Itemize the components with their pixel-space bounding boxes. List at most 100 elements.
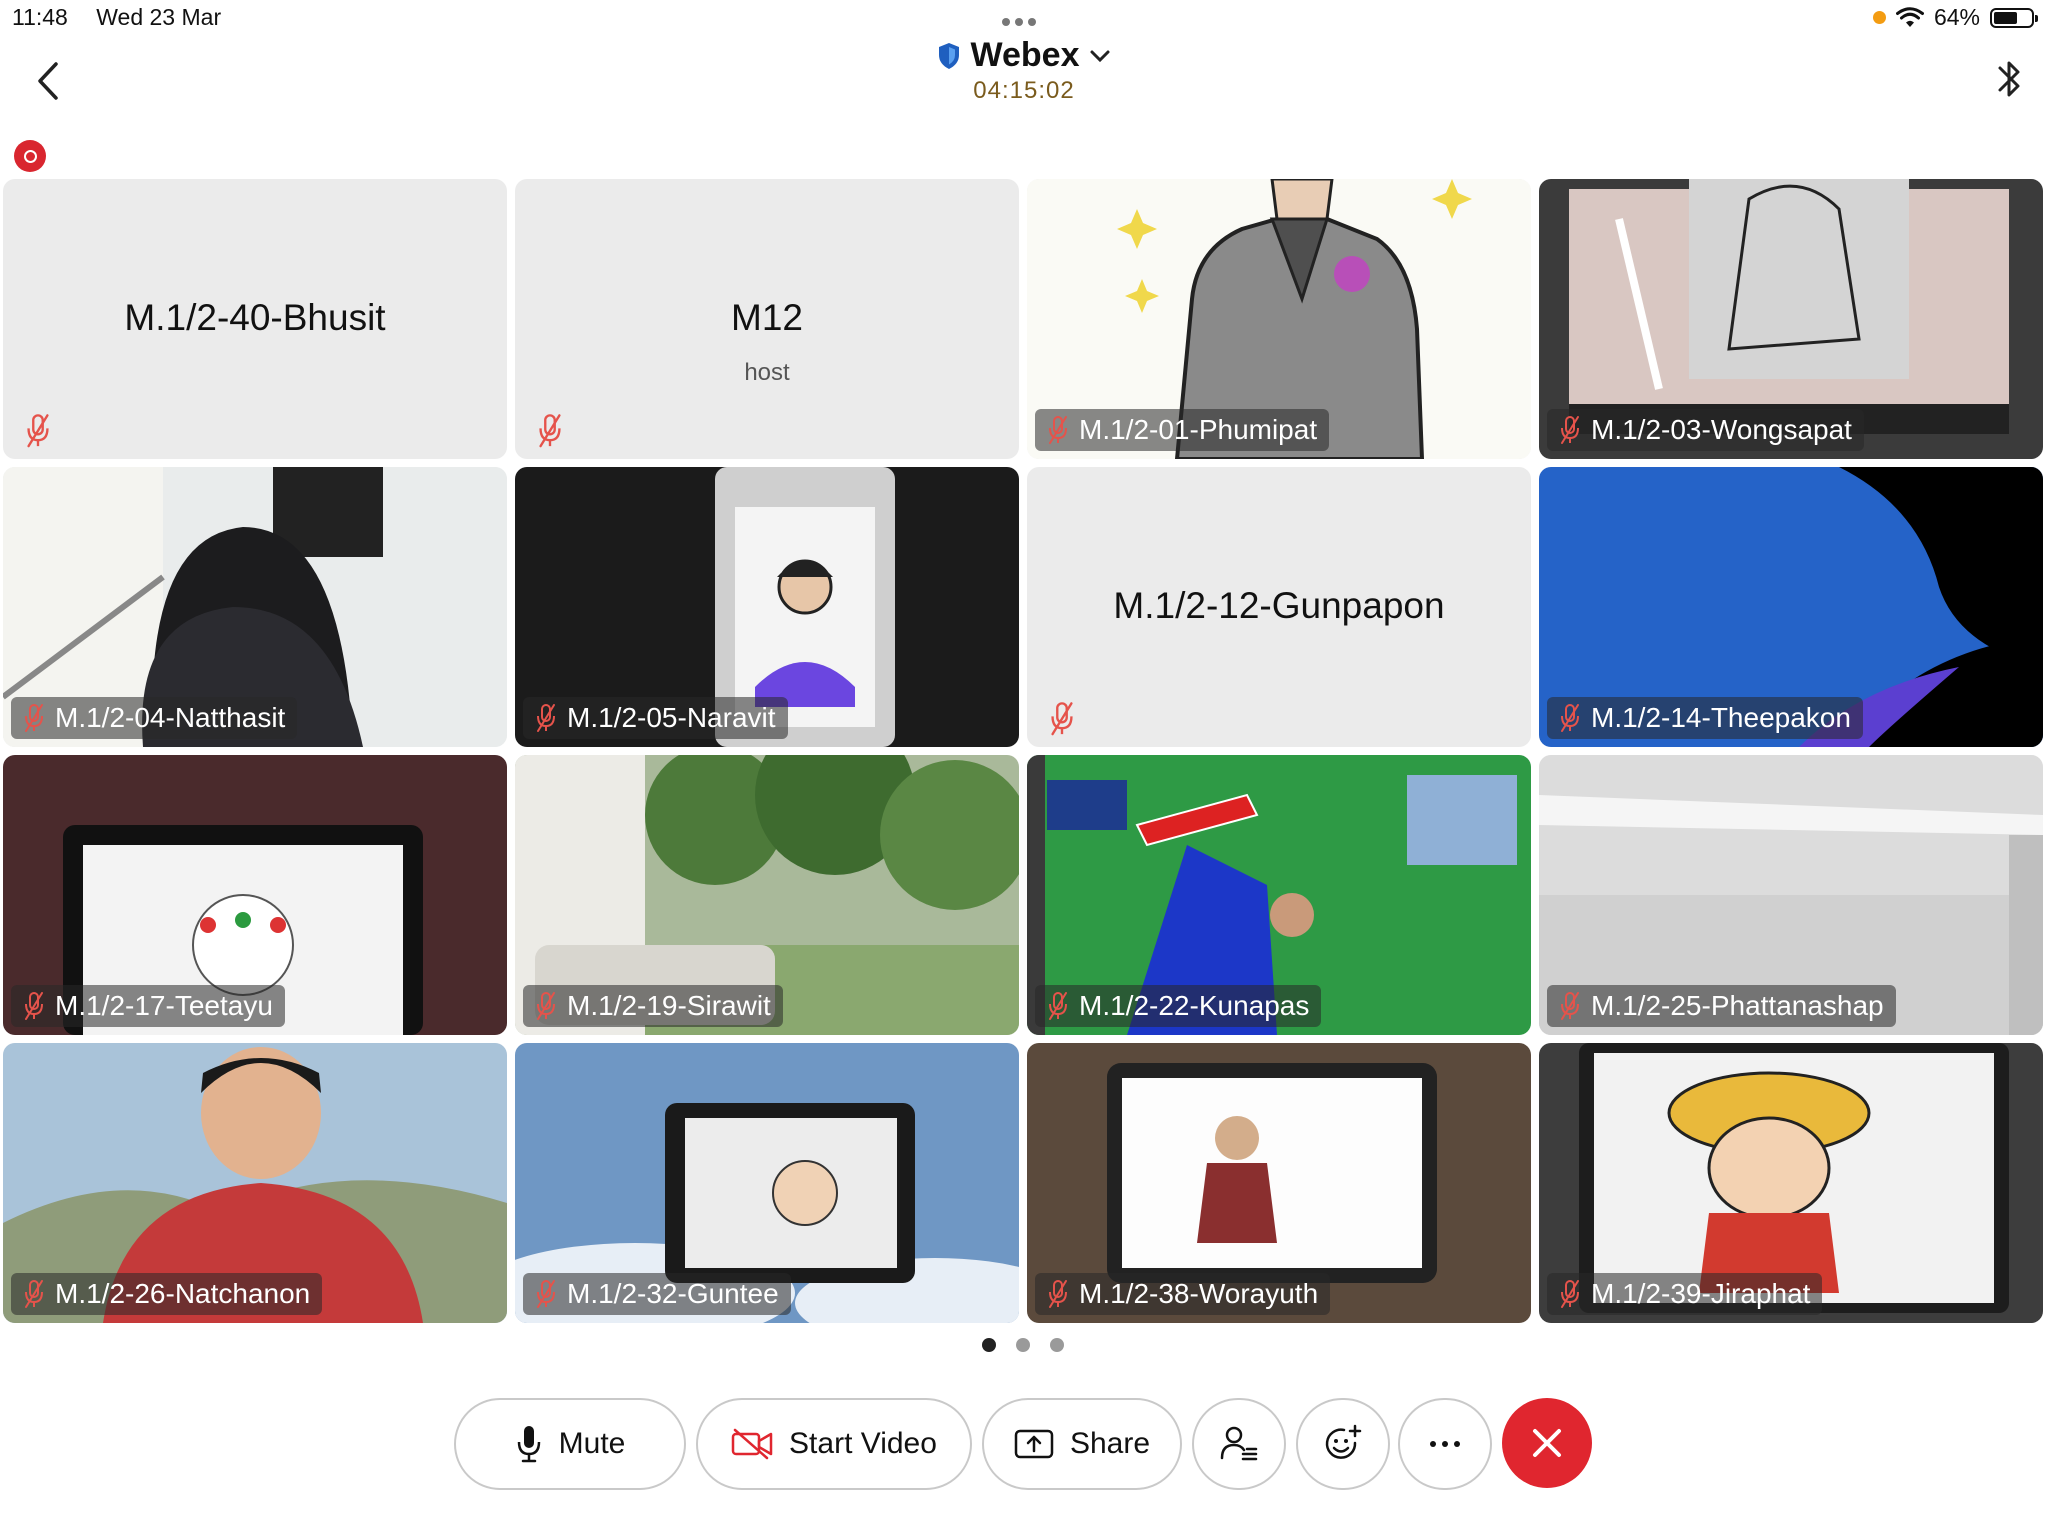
microphone-muted-icon	[1051, 702, 1073, 736]
add-reaction-icon	[1325, 1424, 1362, 1459]
microphone-muted-icon	[1561, 704, 1579, 732]
microphone-muted-icon	[25, 704, 43, 732]
meeting-header: Webex 04:15:02	[0, 36, 2048, 105]
reactions-button[interactable]	[1296, 1398, 1390, 1490]
participant-name-pill: M.1/2-38-Worayuth	[1035, 1273, 1331, 1315]
recording-indicator-icon[interactable]	[14, 140, 46, 172]
microphone-muted-icon	[1561, 416, 1579, 444]
participant-name: M.1/2-05-Naravit	[567, 702, 776, 733]
microphone-muted-icon	[1049, 1280, 1067, 1308]
participant-name-pill: M.1/2-19-Sirawit	[523, 985, 783, 1027]
participant-name: M.1/2-26-Natchanon	[55, 1278, 311, 1309]
battery-level	[1994, 11, 2017, 24]
share-label: Share	[1069, 1427, 1151, 1460]
participant-name-pill: M.1/2-32-Guntee	[523, 1273, 791, 1315]
bluetooth-icon[interactable]	[1992, 56, 2028, 102]
microphone-muted-icon	[539, 414, 561, 448]
participant-name-pill: M.1/2-05-Naravit	[523, 697, 788, 739]
microphone-muted-icon	[1561, 992, 1579, 1020]
participant-tile[interactable]: M.1/2-38-Worayuth	[1027, 1043, 1531, 1323]
participant-tile[interactable]: M.1/2-25-Phattanashap	[1539, 755, 2043, 1035]
participant-tile[interactable]: M.1/2-17-Teetayu	[3, 755, 507, 1035]
participant-tile[interactable]: M.1/2-01-Phumipat	[1027, 179, 1531, 459]
muted-indicator	[1049, 701, 1075, 736]
more-options-icon	[1430, 1441, 1460, 1447]
mute-button[interactable]: Mute	[454, 1398, 686, 1490]
participant-name: M.1/2-03-Wongsapat	[1591, 414, 1852, 445]
share-screen-icon	[1014, 1429, 1054, 1459]
participants-list-icon	[1220, 1426, 1258, 1461]
page-dot[interactable]	[1016, 1338, 1030, 1352]
participant-name-pill: M.1/2-03-Wongsapat	[1547, 409, 1864, 451]
participant-tile[interactable]: M.1/2-03-Wongsapat	[1539, 179, 2043, 459]
microphone-muted-icon	[25, 1280, 43, 1308]
participant-tile[interactable]: M.1/2-26-Natchanon	[3, 1043, 507, 1323]
participant-tile[interactable]: M.1/2-39-Jiraphat	[1539, 1043, 2043, 1323]
start-video-button[interactable]: Start Video	[696, 1398, 972, 1490]
page-dot[interactable]	[1050, 1338, 1064, 1352]
participant-name: M.1/2-40-Bhusit	[124, 297, 386, 338]
participant-tile[interactable]: M.1/2-05-Naravit	[515, 467, 1019, 747]
participant-role: host	[744, 359, 790, 386]
participant-name: M12	[731, 297, 803, 338]
more-options-button[interactable]	[1398, 1398, 1492, 1490]
privacy-indicator-icon	[1872, 11, 1886, 24]
participant-tile[interactable]: M.1/2-22-Kunapas	[1027, 755, 1531, 1035]
microphone-muted-icon	[1049, 416, 1067, 444]
participant-tile[interactable]: M.1/2-14-Theepakon	[1539, 467, 2043, 747]
microphone-muted-icon	[1049, 992, 1067, 1020]
participant-name-pill: M.1/2-22-Kunapas	[1035, 985, 1322, 1027]
multitasking-handle[interactable]	[1002, 18, 1036, 26]
microphone-muted-icon	[537, 704, 555, 732]
microphone-muted-icon	[537, 992, 555, 1020]
participant-name-pill: M.1/2-04-Natthasit	[11, 697, 298, 739]
battery-percent: 64%	[1933, 4, 1980, 30]
app-title: Webex	[970, 36, 1080, 74]
participant-name-pill: M.1/2-01-Phumipat	[1035, 409, 1330, 451]
participant-name: M.1/2-38-Worayuth	[1079, 1278, 1319, 1309]
participant-name: M.1/2-25-Phattanashap	[1591, 990, 1884, 1021]
participant-name: M.1/2-19-Sirawit	[567, 990, 771, 1021]
participant-name: M.1/2-12-Gunpapon	[1113, 585, 1445, 626]
participant-grid: M.1/2-40-Bhusit M12 host M.1/2-01-Phumipat M…	[3, 179, 2043, 1323]
mute-label: Mute	[558, 1427, 626, 1460]
page-dot[interactable]	[982, 1338, 996, 1352]
participant-name-pill: M.1/2-26-Natchanon	[11, 1273, 323, 1315]
participant-tile[interactable]: M.1/2-32-Guntee	[515, 1043, 1019, 1323]
battery-icon	[1990, 7, 2038, 28]
participant-name: M.1/2-22-Kunapas	[1079, 990, 1310, 1021]
participant-tile[interactable]: M.1/2-04-Natthasit	[3, 467, 507, 747]
participant-name-pill: M.1/2-39-Jiraphat	[1547, 1273, 1823, 1315]
page-indicator[interactable]	[982, 1338, 1064, 1352]
video-off-icon	[731, 1428, 773, 1460]
wifi-icon	[1895, 6, 1924, 27]
participant-tile[interactable]: M.1/2-40-Bhusit	[3, 179, 507, 459]
participant-tile[interactable]: M12 host	[515, 179, 1019, 459]
start-video-label: Start Video	[789, 1427, 937, 1460]
chevron-down-icon	[1090, 50, 1110, 62]
meeting-controls: Mute Start Video Share	[0, 1398, 2048, 1492]
status-date: Wed 23 Mar	[96, 4, 222, 30]
microphone-muted-icon	[27, 414, 49, 448]
muted-indicator	[25, 413, 51, 448]
participant-name: M.1/2-32-Guntee	[567, 1278, 779, 1309]
share-button[interactable]: Share	[982, 1398, 1182, 1490]
participant-name: M.1/2-14-Theepakon	[1591, 702, 1851, 733]
end-call-icon	[1533, 1429, 1561, 1457]
participants-button[interactable]	[1192, 1398, 1286, 1490]
participant-name: M.1/2-17-Teetayu	[55, 990, 273, 1021]
microphone-muted-icon	[537, 1280, 555, 1308]
participant-tile[interactable]: M.1/2-19-Sirawit	[515, 755, 1019, 1035]
microphone-icon	[517, 1426, 540, 1463]
participant-tile[interactable]: M.1/2-12-Gunpapon	[1027, 467, 1531, 747]
participant-name-pill: M.1/2-25-Phattanashap	[1547, 985, 1896, 1027]
participant-name-pill: M.1/2-17-Teetayu	[11, 985, 285, 1027]
meeting-title-button[interactable]: Webex	[937, 36, 1112, 75]
muted-indicator	[537, 413, 563, 448]
meeting-timer: 04:15:02	[973, 77, 1075, 104]
participant-name-pill: M.1/2-14-Theepakon	[1547, 697, 1863, 739]
secure-shield-icon	[938, 42, 959, 69]
status-right: 64%	[1872, 4, 2038, 31]
end-call-button[interactable]	[1502, 1398, 1592, 1488]
status-left: 11:48 Wed 23 Mar	[12, 4, 243, 31]
